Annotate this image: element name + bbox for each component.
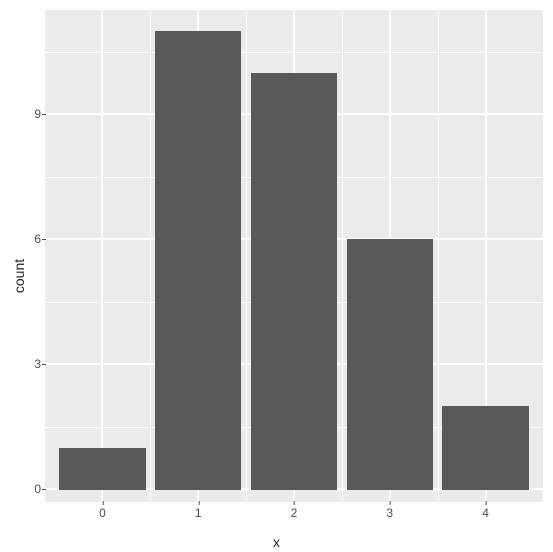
x-tick-label: 3 <box>386 506 393 520</box>
x-tick-label: 1 <box>195 506 202 520</box>
y-tick-label: 6 <box>11 232 41 246</box>
x-tick-label: 4 <box>482 506 489 520</box>
x-tick-label: 2 <box>291 506 298 520</box>
y-tick-label: 0 <box>11 482 41 496</box>
bar <box>442 406 528 489</box>
bar <box>347 239 433 489</box>
y-tick-label: 9 <box>11 107 41 121</box>
y-axis-label: count <box>11 259 27 293</box>
plot-panel <box>45 10 543 502</box>
x-axis-label: x <box>273 534 280 550</box>
y-tick-label: 3 <box>11 357 41 371</box>
bars-layer <box>45 10 543 502</box>
bar <box>155 31 241 490</box>
x-tick-label: 0 <box>99 506 106 520</box>
bar <box>251 73 337 490</box>
chart-container: count x 0 3 6 9 0 1 2 3 4 <box>0 0 553 552</box>
bar <box>59 448 145 490</box>
